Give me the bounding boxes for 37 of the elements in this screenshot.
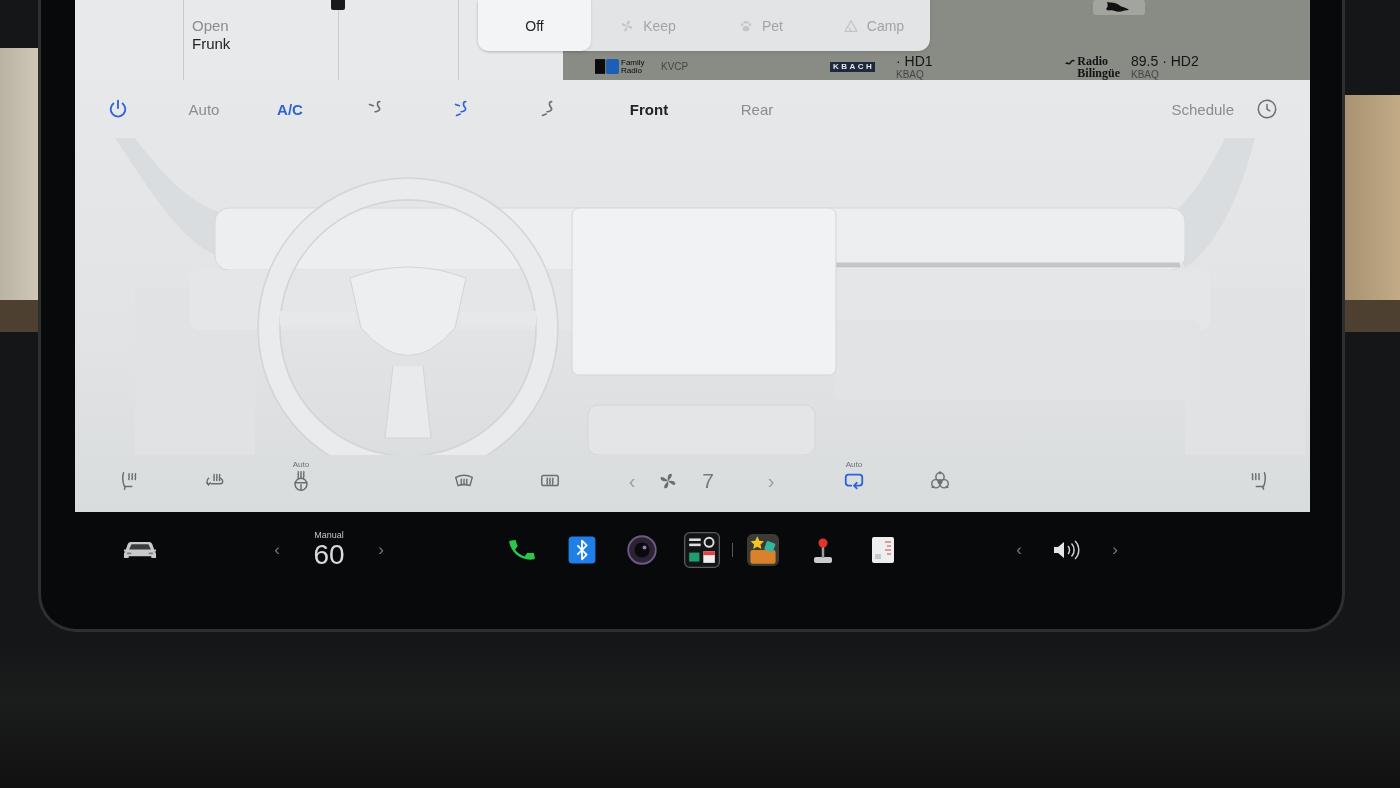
auto-button[interactable]: Auto [188, 100, 220, 118]
temperature-value[interactable]: 60 [313, 540, 345, 570]
station-frequency: · HD1 [896, 53, 933, 69]
schedule-button[interactable]: Schedule [1171, 100, 1234, 118]
station-logo-icon [1093, 0, 1145, 15]
temp-down-button[interactable]: ‹ [265, 540, 289, 560]
auto-caption: Auto [845, 460, 863, 469]
zone-tab[interactable]: Rear [703, 100, 811, 118]
bluetooth-icon[interactable] [568, 536, 596, 564]
zone-tab[interactable]: Front [595, 100, 703, 118]
app-launcher-icon[interactable] [684, 532, 720, 568]
volume-up-button[interactable]: › [1103, 540, 1127, 560]
tent-icon [842, 17, 859, 34]
volume-down-button[interactable]: ‹ [1007, 540, 1031, 560]
fan-speed: 7 [701, 469, 715, 493]
clock-icon[interactable] [1256, 98, 1278, 120]
logo-mark-icon [595, 58, 619, 75]
auto-caption: Auto [292, 460, 310, 469]
notes-icon[interactable] [871, 536, 895, 564]
camera-icon[interactable] [627, 535, 657, 565]
square-icon [331, 0, 345, 10]
temp-mode-label: Manual [314, 530, 344, 540]
station-frequency: 89.5 · HD2 [1131, 53, 1199, 69]
biohazard-icon[interactable] [929, 470, 951, 492]
station-logo: Family Radio [621, 58, 646, 75]
temp-up-button[interactable]: › [369, 540, 393, 560]
ac-button[interactable]: A/C [277, 100, 303, 118]
station-call-sign: KBAQ [1131, 68, 1160, 80]
station-logo: Radio Bilingüe [1077, 54, 1120, 79]
station-call-sign: KBAQ [896, 68, 925, 80]
station-call-sign: KVCP [661, 61, 689, 72]
car-icon[interactable] [123, 539, 157, 561]
power-icon[interactable] [107, 98, 129, 120]
mode-option[interactable]: Off [478, 0, 591, 51]
joystick-icon[interactable] [811, 536, 835, 564]
station-logo: KBACH [830, 61, 876, 72]
toybox-icon[interactable] [747, 534, 779, 566]
